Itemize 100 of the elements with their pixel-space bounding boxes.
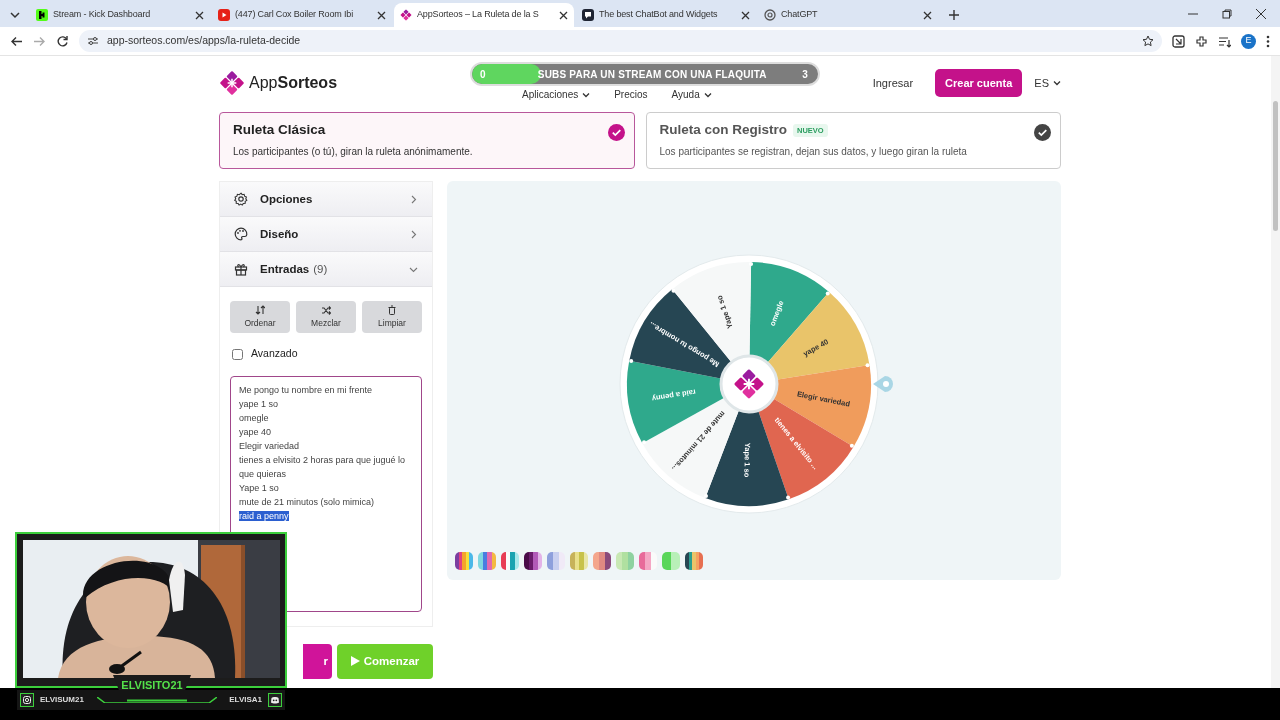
browser-tab[interactable]: The best ChatBot and Widgets [576, 3, 756, 27]
check-icon [607, 124, 625, 141]
peg-icon [749, 262, 754, 267]
favicon-icon [400, 9, 412, 21]
close-icon[interactable] [559, 10, 568, 20]
entry-line: Me pongo tu nombre en mi frente [239, 384, 373, 395]
scrollbar[interactable] [1271, 56, 1280, 688]
favicon-icon [36, 9, 48, 21]
logo-text[interactable]: AppSorteos [249, 71, 338, 95]
entry-line: yape 40 [239, 426, 272, 437]
nav-link[interactable]: Ayuda [671, 87, 712, 102]
nav-link[interactable]: Aplicaciones [522, 87, 591, 102]
section-label: Diseño [260, 226, 299, 242]
palette-swatch[interactable] [524, 552, 542, 571]
peg-icon [629, 359, 634, 364]
goal-target: 3 [802, 67, 808, 82]
gift-icon [234, 262, 248, 277]
checkbox-label: Avanzado [251, 346, 298, 362]
tab-title: The best ChatBot and Widgets [599, 8, 719, 22]
gear-icon [234, 192, 248, 207]
close-icon[interactable] [195, 10, 204, 20]
address-bar[interactable]: app-sorteos.com/es/apps/la-ruleta-decide [79, 30, 1162, 52]
checkbox[interactable] [232, 348, 243, 360]
mode-card[interactable]: Ruleta Clásica Los participantes (o tú), giran la ruleta anónimamente. [219, 112, 635, 170]
palette-swatch[interactable] [593, 552, 611, 571]
caret-icon [1053, 80, 1061, 86]
mode-description: Los participantes se registran, dejan sus datos, y luego giran la ruleta [659, 145, 968, 160]
peg-icon [642, 440, 647, 445]
menu-icon[interactable] [1266, 34, 1270, 48]
entry-line: tienes a elvisito 2 horas para que jugué lo que quieras [239, 454, 406, 479]
accordion-header[interactable]: Diseño [220, 217, 432, 253]
goal-current: 0 [480, 67, 486, 82]
spin-button[interactable]: r [303, 643, 332, 679]
extension-icon[interactable] [1172, 34, 1185, 48]
trash-icon [387, 304, 397, 315]
reload-icon[interactable] [56, 34, 69, 48]
back-icon[interactable] [10, 34, 23, 48]
profile-avatar[interactable]: E [1241, 33, 1256, 49]
favicon-icon [582, 9, 594, 21]
section-label: Entradas [260, 261, 310, 277]
browser-tab[interactable]: (447) Carl Cox Boiler Room Ibi [212, 3, 392, 27]
sort-icon [255, 304, 265, 315]
accordion-header[interactable]: Entradas (9) [220, 252, 432, 288]
accordion-header[interactable]: Opciones [220, 182, 432, 218]
palette-icon [234, 227, 248, 242]
media-icon[interactable] [1218, 34, 1231, 48]
entry-line: Yape 1 so [239, 482, 279, 493]
tab-title: AppSorteos – La Ruleta de la S [417, 8, 540, 22]
site-settings-icon[interactable] [87, 35, 99, 47]
palette-swatch[interactable] [547, 552, 565, 571]
browser-tab[interactable]: Stream - Kick Dashboard [30, 3, 210, 27]
favicon-icon [764, 9, 776, 21]
tab-title: (447) Carl Cox Boiler Room Ibi [235, 8, 355, 22]
favicon-icon [218, 9, 230, 21]
close-icon[interactable] [377, 10, 386, 20]
chevron-icon [409, 229, 418, 239]
peg-icon [865, 363, 870, 368]
play-icon [350, 656, 360, 667]
action-button[interactable]: Ordenar [230, 301, 290, 334]
peg-icon [786, 495, 791, 500]
url-text: app-sorteos.com/es/apps/la-ruleta-decide [107, 33, 301, 49]
section-label: Opciones [260, 191, 313, 207]
mode-description: Los participantes (o tú), giran la ruleta anónimamente. [233, 145, 474, 160]
nav-link[interactable]: Precios [614, 87, 648, 102]
palette-swatch[interactable] [616, 552, 634, 571]
palette-swatch[interactable] [455, 552, 473, 571]
new-tab-icon[interactable] [948, 9, 960, 21]
caret-icon [703, 91, 712, 98]
palette-swatch[interactable] [501, 552, 519, 571]
tab-title: Stream - Kick Dashboard [53, 8, 152, 22]
entry-line: omegle [239, 412, 269, 423]
browser-tab[interactable]: ChatGPT [758, 3, 938, 27]
action-button[interactable]: Limpiar [362, 301, 422, 334]
palette-swatch[interactable] [639, 552, 657, 571]
mode-title: Ruleta con Registro [659, 122, 788, 137]
palette-swatch[interactable] [478, 552, 496, 571]
palette-swatch[interactable] [662, 552, 680, 571]
entry-line: mute de 21 minutos (solo mimica) [239, 496, 375, 507]
close-icon[interactable] [1256, 8, 1266, 19]
entry-line: yape 1 so [239, 398, 279, 409]
palette-swatch[interactable] [570, 552, 588, 571]
caret-icon [582, 91, 591, 98]
puzzle-icon[interactable] [1195, 34, 1208, 48]
palette-swatch[interactable] [685, 552, 703, 571]
language-selector[interactable]: ES [1034, 74, 1061, 92]
discord-handle: ELVISA1 [229, 694, 262, 706]
peg-icon [825, 291, 830, 296]
signup-button[interactable]: Crear cuenta [935, 68, 1023, 98]
action-button[interactable]: Mezclar [296, 301, 356, 334]
mode-title: Ruleta Clásica [233, 122, 326, 137]
peg-icon [671, 288, 676, 293]
browser-tab[interactable]: AppSorteos – La Ruleta de la S [394, 3, 574, 27]
bookmark-star-icon[interactable] [1142, 35, 1154, 47]
peg-icon [704, 494, 708, 499]
entry-line: Elegir variedad [239, 440, 300, 451]
login-link[interactable]: Ingresar [872, 74, 914, 92]
close-icon[interactable] [741, 10, 750, 20]
discord-icon [268, 693, 282, 707]
close-icon[interactable] [923, 10, 932, 20]
restore-icon[interactable] [1222, 8, 1232, 19]
